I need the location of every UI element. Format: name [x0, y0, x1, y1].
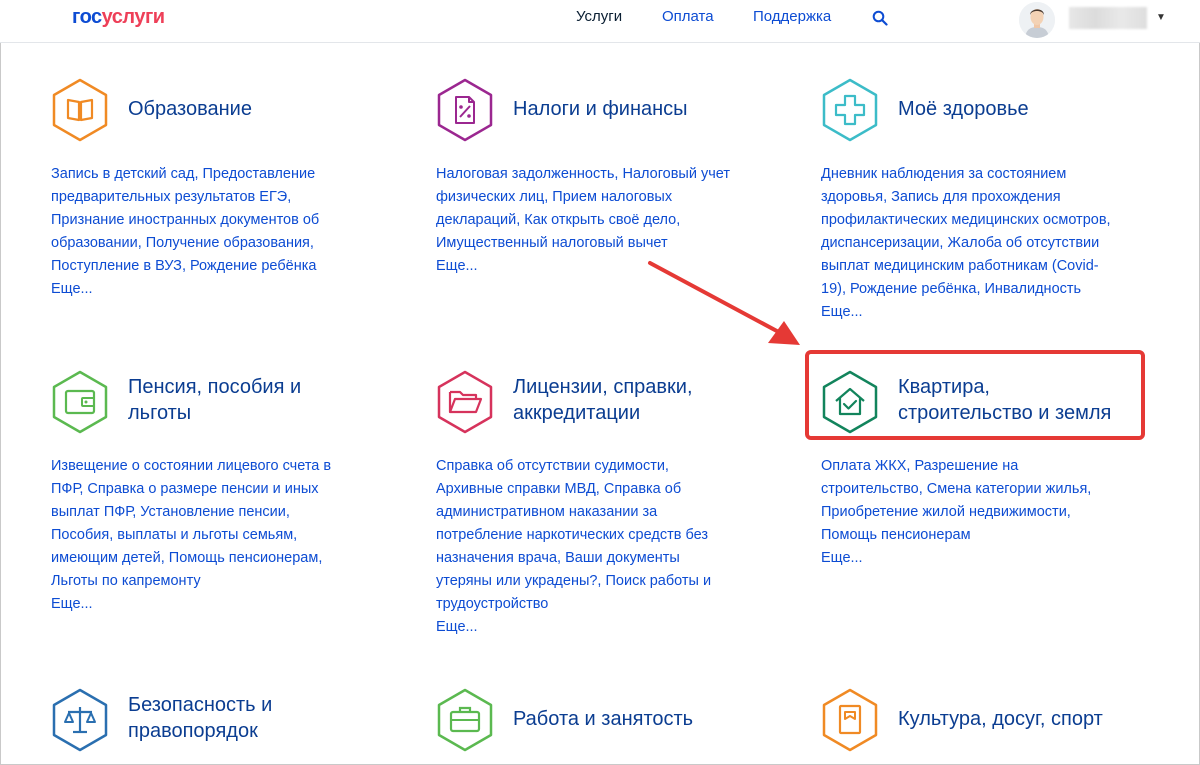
category-link-line[interactable]: потребление наркотических средств без	[436, 524, 756, 547]
category-link-line[interactable]: диспансеризации, Жалоба об отсутствии	[821, 232, 1141, 255]
top-header: госуслуги Услуги Оплата Поддержка ▼	[0, 0, 1200, 43]
category-link-line[interactable]: утеряны или украдены?, Поиск работы и	[436, 570, 756, 593]
category-health: Моё здоровье Дневник наблюдения за состо…	[821, 78, 1161, 328]
category-title-security[interactable]: Безопасность и правопорядок	[128, 692, 388, 744]
category-title-education[interactable]: Образование	[128, 96, 388, 122]
category-link-line[interactable]: имеющим детей, Помощь пенсионерам,	[51, 547, 371, 570]
category-link-line[interactable]: назначения врача, Ваши документы	[436, 547, 756, 570]
category-education: Образование Запись в детский сад, Предос…	[51, 78, 391, 308]
gosuslugi-logo[interactable]: госуслуги	[72, 6, 165, 29]
category-link-line[interactable]: профилактических медицинских осмотров,	[821, 209, 1141, 232]
category-work: Работа и занятость	[436, 688, 776, 758]
category-title-licenses[interactable]: Лицензии, справки, аккредитации	[513, 374, 773, 426]
category-link-line[interactable]: ПФР, Справка о размере пенсии и иных	[51, 478, 371, 501]
category-title-line: Пенсия, пособия и	[128, 376, 302, 398]
nav-support[interactable]: Поддержка	[753, 8, 831, 25]
category-link-line[interactable]: Справка об отсутствии судимости,	[436, 455, 756, 478]
category-links-licenses: Справка об отсутствии судимости, Архивны…	[436, 455, 756, 639]
category-title-line: правопорядок	[128, 720, 258, 742]
category-licenses: Лицензии, справки, аккредитации Справка …	[436, 370, 776, 640]
pension-wallet-icon[interactable]	[51, 370, 109, 434]
category-link-line[interactable]: деклараций, Как открыть своё дело,	[436, 209, 756, 232]
category-links-health: Дневник наблюдения за состоянием здоровь…	[821, 163, 1141, 324]
category-link-line[interactable]: Помощь пенсионерам	[821, 524, 1141, 547]
user-name-blurred[interactable]	[1069, 7, 1147, 29]
category-link-line[interactable]: трудоустройство	[436, 593, 756, 616]
user-avatar-icon	[1019, 2, 1055, 38]
category-security: Безопасность и правопорядок	[51, 688, 391, 758]
category-link-line[interactable]: Поступление в ВУЗ, Рождение ребёнка	[51, 255, 371, 278]
category-link-line[interactable]: Пособия, выплаты и льготы семьям,	[51, 524, 371, 547]
category-link-line[interactable]: выплат ПФР, Установление пенсии,	[51, 501, 371, 524]
category-link-line[interactable]: Имущественный налоговый вычет	[436, 232, 756, 255]
category-title-line: Безопасность и	[128, 694, 273, 716]
category-links-education: Запись в детский сад, Предоставление пре…	[51, 163, 371, 301]
category-link-line[interactable]: Приобретение жилой недвижимости,	[821, 501, 1141, 524]
category-link-line[interactable]: образовании, Получение образования,	[51, 232, 371, 255]
more-link[interactable]: Еще...	[51, 278, 371, 301]
category-title-line: Лицензии, справки,	[513, 376, 693, 398]
category-links-pension: Извещение о состоянии лицевого счета в П…	[51, 455, 371, 616]
category-title-culture[interactable]: Культура, досуг, спорт	[898, 706, 1158, 732]
licenses-folder-icon[interactable]	[436, 370, 494, 434]
work-briefcase-icon[interactable]	[436, 688, 494, 752]
category-link-line[interactable]: Запись в детский сад, Предоставление	[51, 163, 371, 186]
category-link-line[interactable]: строительство, Смена категории жилья,	[821, 478, 1141, 501]
taxes-document-icon[interactable]	[436, 78, 494, 142]
category-link-line[interactable]: административном наказании за	[436, 501, 756, 524]
category-taxes: Налоги и финансы Налоговая задолженность…	[436, 78, 776, 278]
category-link-line[interactable]: Признание иностранных документов об	[51, 209, 371, 232]
more-link[interactable]: Еще...	[821, 547, 1141, 570]
category-link-line[interactable]: выплат медицинским работникам (Covid-	[821, 255, 1141, 278]
category-title-taxes[interactable]: Налоги и финансы	[513, 96, 773, 122]
more-link[interactable]: Еще...	[51, 593, 371, 616]
category-link-line[interactable]: Архивные справки МВД, Справка об	[436, 478, 756, 501]
education-book-icon[interactable]	[51, 78, 109, 142]
annotation-arrow	[648, 261, 800, 345]
category-link-line[interactable]: Извещение о состоянии лицевого счета в	[51, 455, 371, 478]
category-title-work[interactable]: Работа и занятость	[513, 706, 773, 732]
user-avatar[interactable]	[1019, 2, 1055, 38]
annotation-highlight-box	[805, 350, 1145, 440]
category-links-housing: Оплата ЖКХ, Разрешение на строительство,…	[821, 455, 1141, 570]
security-scales-icon[interactable]	[51, 688, 109, 752]
category-link-line[interactable]: Налоговая задолженность, Налоговый учет	[436, 163, 756, 186]
category-title-line: аккредитации	[513, 402, 641, 424]
category-link-line[interactable]: здоровья, Запись для прохождения	[821, 186, 1141, 209]
search-icon[interactable]	[872, 10, 888, 26]
more-link[interactable]: Еще...	[436, 616, 756, 639]
more-link[interactable]: Еще...	[821, 301, 1141, 324]
culture-book-icon[interactable]	[821, 688, 879, 752]
health-cross-icon[interactable]	[821, 78, 879, 142]
chevron-down-icon[interactable]: ▼	[1156, 12, 1166, 23]
category-title-health[interactable]: Моё здоровье	[898, 96, 1158, 122]
category-link-line[interactable]: Льготы по капремонту	[51, 570, 371, 593]
logo-part-uslugi: услуги	[101, 6, 165, 28]
category-link-line[interactable]: Оплата ЖКХ, Разрешение на	[821, 455, 1141, 478]
category-title-line: льготы	[128, 402, 192, 424]
category-pension: Пенсия, пособия и льготы Извещение о сос…	[51, 370, 391, 620]
category-link-line[interactable]: Дневник наблюдения за состоянием	[821, 163, 1141, 186]
category-culture: Культура, досуг, спорт	[821, 688, 1161, 758]
nav-services[interactable]: Услуги	[576, 8, 622, 25]
category-title-pension[interactable]: Пенсия, пособия и льготы	[128, 374, 388, 426]
category-link-line[interactable]: 19), Рождение ребёнка, Инвалидность	[821, 278, 1141, 301]
category-link-line[interactable]: физических лиц, Прием налоговых	[436, 186, 756, 209]
logo-part-gos: гос	[72, 6, 102, 28]
category-link-line[interactable]: предварительных результатов ЕГЭ,	[51, 186, 371, 209]
nav-payment[interactable]: Оплата	[662, 8, 714, 25]
